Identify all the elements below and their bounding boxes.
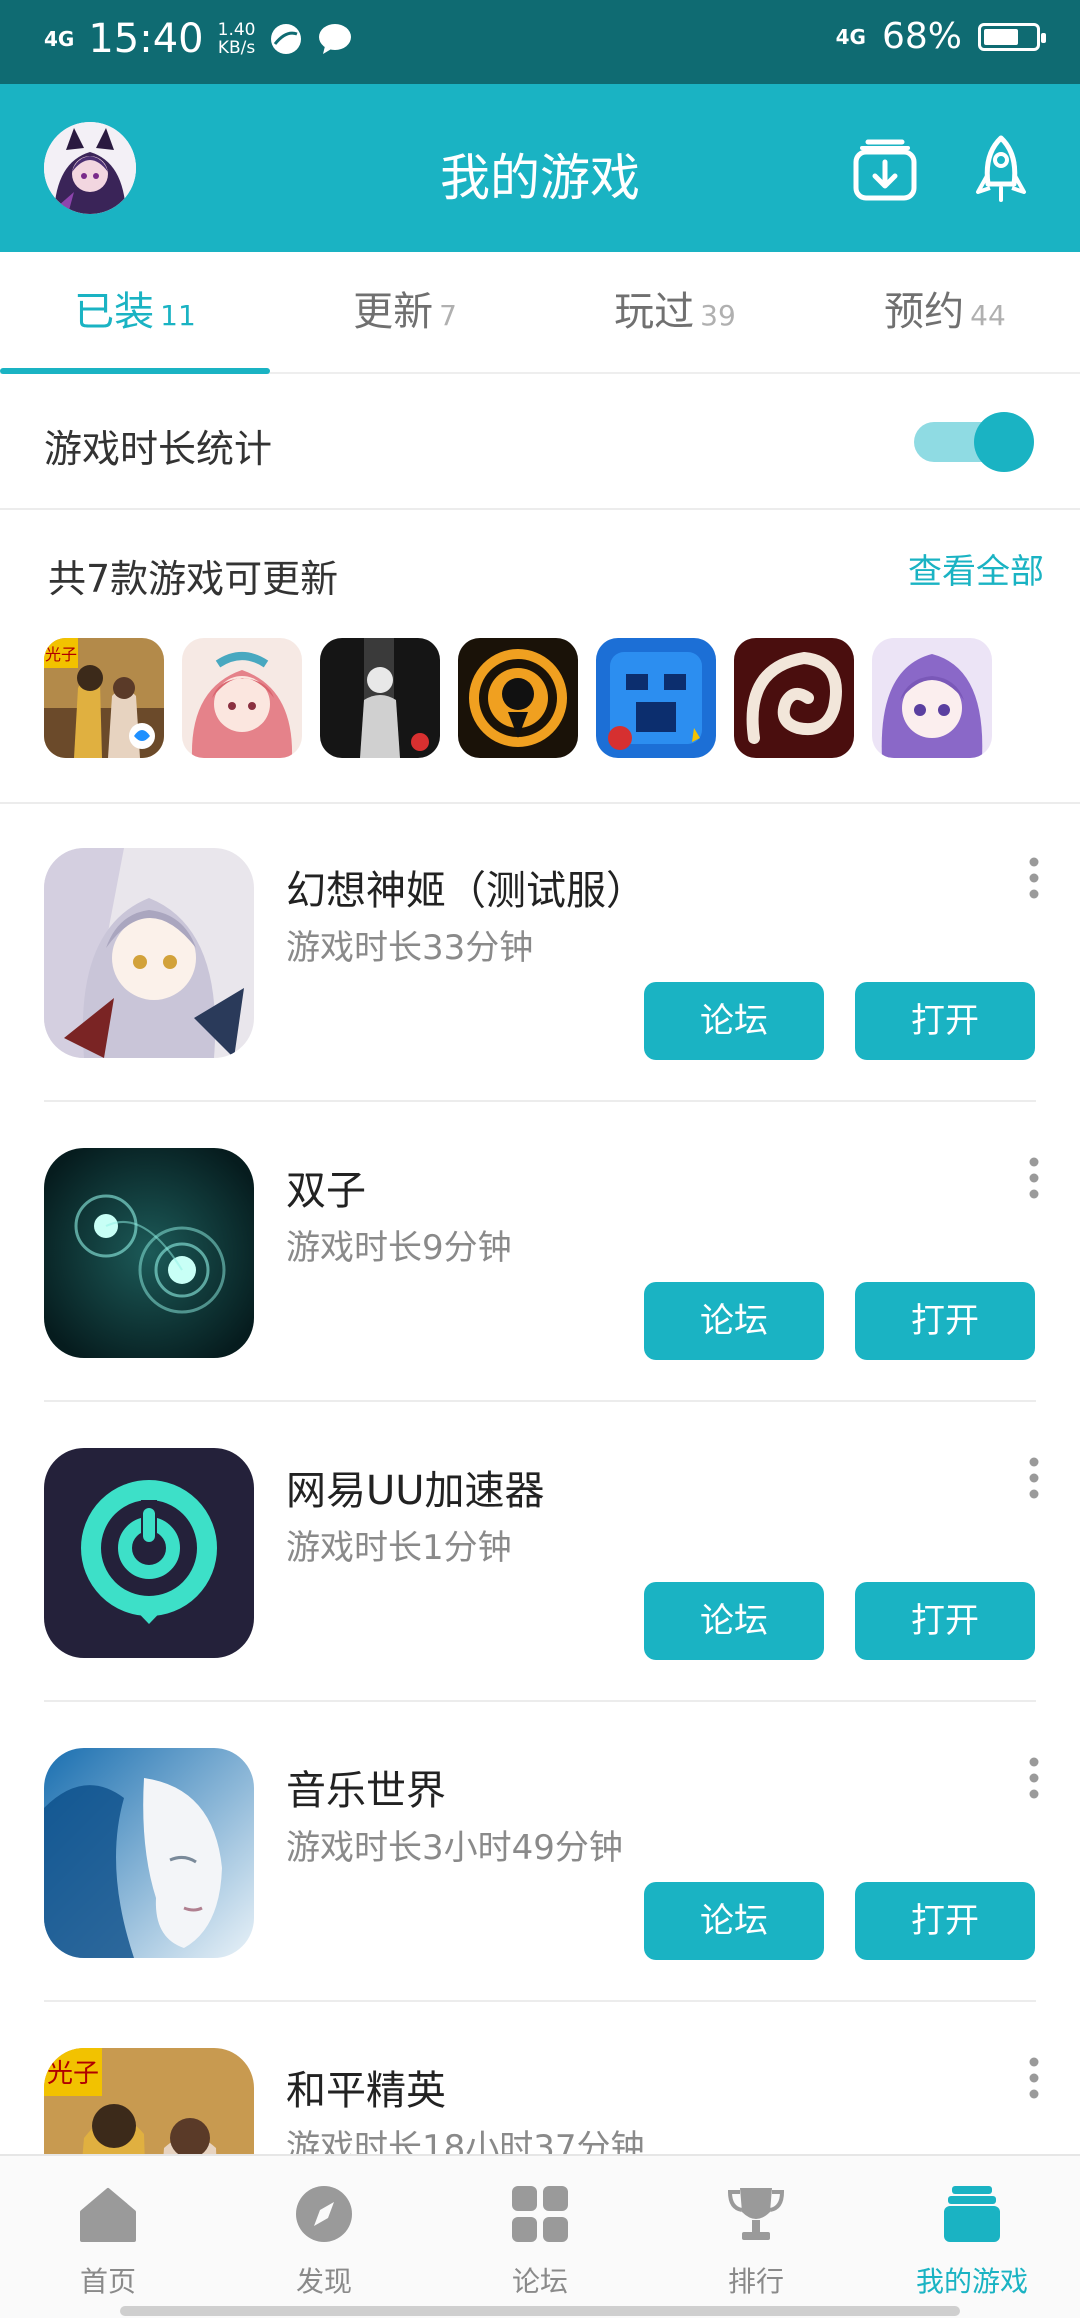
- nav-label: 论坛: [511, 2265, 568, 2298]
- game-icon-uu-accelerator: [44, 1448, 254, 1658]
- grid-icon: [512, 2186, 568, 2242]
- forum-button[interactable]: 论坛: [644, 1582, 824, 1660]
- list-item[interactable]: 网易UU加速器 游戏时长1分钟 论坛 打开: [0, 1402, 1080, 1702]
- update-thumb-spiral[interactable]: [734, 638, 854, 758]
- playtime-stats-label: 游戏时长统计: [44, 427, 273, 471]
- battery-percent: 68%: [881, 16, 962, 57]
- stack-icon: [944, 2186, 1000, 2242]
- more-options-icon[interactable]: [1028, 1756, 1040, 1800]
- list-item[interactable]: 幻想神姬（测试服） 游戏时长33分钟 论坛 打开: [0, 802, 1080, 1102]
- game-playtime: 游戏时长9分钟: [286, 1228, 512, 1268]
- update-thumb-dark-silhouette[interactable]: [320, 638, 440, 758]
- open-button[interactable]: 打开: [855, 1282, 1035, 1360]
- tab-played[interactable]: 玩过 39: [540, 252, 810, 372]
- updates-section: 共7款游戏可更新 查看全部 光子: [0, 510, 1080, 804]
- open-button[interactable]: 打开: [855, 1582, 1035, 1660]
- game-playtime: 游戏时长1分钟: [286, 1528, 512, 1568]
- tab-installed[interactable]: 已装 11: [0, 252, 270, 374]
- tab-reserved[interactable]: 预约 44: [810, 252, 1080, 372]
- game-name: 网易UU加速器: [286, 1468, 545, 1514]
- open-button[interactable]: 打开: [855, 982, 1035, 1060]
- nav-label: 我的游戏: [915, 2265, 1028, 2298]
- bottom-navigation: 首页 发现 论坛 排行 我的游戏: [0, 2154, 1080, 2318]
- battery-icon: [978, 22, 1046, 51]
- update-thumb-anime-girl[interactable]: [182, 638, 302, 758]
- update-thumb-deemo-gold[interactable]: [458, 638, 578, 758]
- game-playtime: 游戏时长3小时49分钟: [286, 1828, 623, 1868]
- gesture-bar: [120, 2306, 960, 2316]
- tab-count: 39: [700, 299, 736, 332]
- open-button[interactable]: 打开: [855, 1882, 1035, 1960]
- home-icon: [80, 2188, 136, 2242]
- trophy-icon: [727, 2188, 785, 2240]
- nav-discover[interactable]: 发现: [216, 2156, 432, 2318]
- tab-count: 11: [160, 299, 196, 332]
- game-name: 和平精英: [286, 2068, 446, 2114]
- update-thumb-peacekeeper[interactable]: 光子: [44, 638, 164, 758]
- toggle-knob: [974, 412, 1034, 472]
- view-all-link[interactable]: 查看全部: [908, 544, 1044, 593]
- game-name: 音乐世界: [286, 1768, 446, 1814]
- more-options-icon[interactable]: [1028, 856, 1040, 900]
- nav-forum[interactable]: 论坛: [432, 2156, 648, 2318]
- game-name: 双子: [286, 1168, 366, 1214]
- game-playtime: 游戏时长33分钟: [286, 928, 534, 968]
- tab-count: 7: [439, 299, 457, 332]
- game-icon-shuangzi: [44, 1148, 254, 1358]
- tab-bar: 已装 11 更新 7 玩过 39 预约 44: [0, 252, 1080, 374]
- clock: 15:40: [88, 16, 204, 62]
- forum-button[interactable]: 论坛: [644, 1882, 824, 1960]
- updates-title: 共7款游戏可更新: [48, 557, 339, 601]
- browser-notification-icon: [271, 24, 302, 54]
- nav-label: 排行: [727, 2265, 784, 2298]
- nav-my-games[interactable]: 我的游戏: [864, 2156, 1080, 2318]
- app-header: 我的游戏: [0, 84, 1080, 252]
- nav-ranking[interactable]: 排行: [648, 2156, 864, 2318]
- update-thumb-temple-run[interactable]: [596, 638, 716, 758]
- tab-count: 44: [970, 299, 1006, 332]
- update-thumb-purple-girl[interactable]: [872, 638, 992, 758]
- guangzi-badge-text: 光子: [45, 645, 77, 664]
- update-thumbnails: 光子: [44, 638, 992, 758]
- forum-button[interactable]: 论坛: [644, 1282, 824, 1360]
- game-icon-huanxiang: [44, 848, 254, 1058]
- installed-games-list: 幻想神姬（测试服） 游戏时长33分钟 论坛 打开 双子 游戏时长9分钟 论坛 打…: [0, 802, 1080, 2302]
- list-item[interactable]: 双子 游戏时长9分钟 论坛 打开: [0, 1102, 1080, 1402]
- list-item[interactable]: 音乐世界 游戏时长3小时49分钟 论坛 打开: [0, 1702, 1080, 2002]
- network-speed: 1.40 KB/s: [217, 20, 256, 58]
- nav-home[interactable]: 首页: [0, 2156, 216, 2318]
- tab-updates[interactable]: 更新 7: [270, 252, 540, 372]
- status-bar: 4G 15:40 1.40 KB/s 4G 68%: [0, 0, 1080, 84]
- nav-label: 发现: [295, 2265, 352, 2298]
- forum-button[interactable]: 论坛: [644, 982, 824, 1060]
- more-options-icon[interactable]: [1028, 1456, 1040, 1500]
- rocket-icon[interactable]: [966, 134, 1036, 204]
- download-box-icon[interactable]: [850, 134, 920, 204]
- nav-label: 首页: [79, 2265, 136, 2298]
- guangzi-badge-text: 光子: [47, 2059, 99, 2089]
- game-name: 幻想神姬（测试服）: [286, 868, 646, 914]
- playtime-stats-toggle[interactable]: [912, 410, 1036, 472]
- signal-indicator: 4G: [44, 27, 75, 51]
- battery-level: [984, 28, 1018, 45]
- network-type: 4G: [835, 24, 866, 49]
- compass-icon: [296, 2186, 352, 2242]
- more-options-icon[interactable]: [1028, 2056, 1040, 2100]
- message-notification-icon: [319, 24, 352, 54]
- more-options-icon[interactable]: [1028, 1156, 1040, 1200]
- game-icon-music-world: [44, 1748, 254, 1958]
